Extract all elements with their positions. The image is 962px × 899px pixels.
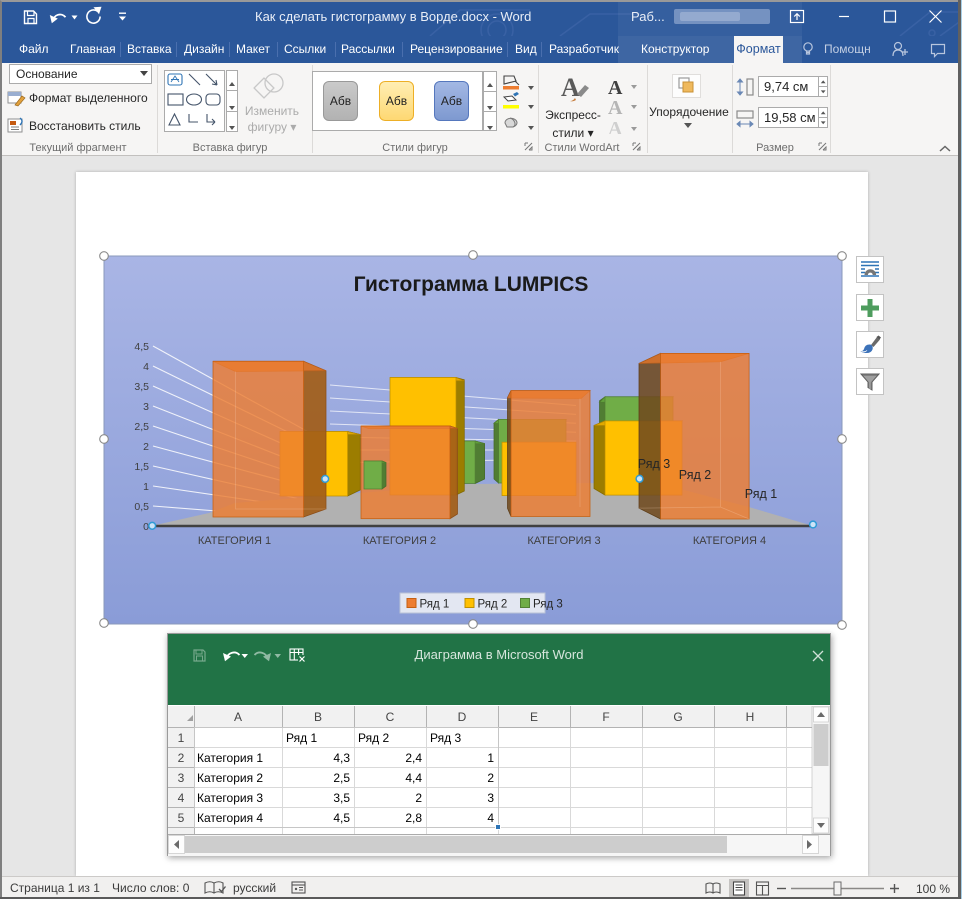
svg-text:А: А xyxy=(608,77,623,99)
svg-text:3: 3 xyxy=(487,791,494,805)
svg-text:Диаграмма в Microsoft Word: Диаграмма в Microsoft Word xyxy=(415,647,584,662)
svg-text:2,5: 2,5 xyxy=(134,421,149,433)
svg-text:КАТЕГОРИЯ 2: КАТЕГОРИЯ 2 xyxy=(363,535,436,547)
svg-text:Ряд 3: Ряд 3 xyxy=(430,731,461,745)
svg-text:F: F xyxy=(602,710,609,724)
svg-text:A: A xyxy=(234,710,242,724)
svg-text:4: 4 xyxy=(487,811,494,825)
svg-text:Категория 1: Категория 1 xyxy=(197,751,263,765)
svg-text:КАТЕГОРИЯ 1: КАТЕГОРИЯ 1 xyxy=(198,535,271,547)
svg-text:Категория 2: Категория 2 xyxy=(197,771,263,785)
svg-text:2,4: 2,4 xyxy=(405,751,422,765)
svg-text:5: 5 xyxy=(178,811,185,825)
svg-text:Категория 3: Категория 3 xyxy=(197,791,263,805)
svg-text:2: 2 xyxy=(178,751,185,765)
svg-text:КАТЕГОРИЯ 4: КАТЕГОРИЯ 4 xyxy=(693,535,766,547)
svg-text:А: А xyxy=(561,73,580,102)
svg-text:100 %: 100 % xyxy=(916,882,950,896)
svg-text:2: 2 xyxy=(143,441,149,453)
svg-text:C: C xyxy=(386,710,395,724)
svg-text:Ряд 2: Ряд 2 xyxy=(679,468,711,482)
svg-text:3: 3 xyxy=(178,771,185,785)
svg-text:0,5: 0,5 xyxy=(134,501,149,513)
svg-text:3,5: 3,5 xyxy=(333,791,350,805)
svg-text:Гистограмма LUMPICS: Гистограмма LUMPICS xyxy=(354,273,589,296)
svg-text:4: 4 xyxy=(178,791,185,805)
svg-text:1: 1 xyxy=(143,481,149,493)
svg-text:2: 2 xyxy=(487,771,494,785)
svg-text:3,5: 3,5 xyxy=(134,381,149,393)
svg-text:Ряд 1: Ряд 1 xyxy=(286,731,317,745)
svg-text:КАТЕГОРИЯ 3: КАТЕГОРИЯ 3 xyxy=(527,535,600,547)
svg-text:B: B xyxy=(314,710,322,724)
svg-text:D: D xyxy=(458,710,467,724)
svg-text:3: 3 xyxy=(143,401,149,413)
svg-text:Ряд 1: Ряд 1 xyxy=(420,599,450,611)
svg-text:1: 1 xyxy=(487,751,494,765)
svg-text:4,5: 4,5 xyxy=(333,811,350,825)
svg-text:E: E xyxy=(530,710,538,724)
svg-text:2,8: 2,8 xyxy=(405,811,422,825)
svg-text:Ряд 3: Ряд 3 xyxy=(533,599,563,611)
svg-text:H: H xyxy=(746,710,755,724)
svg-text:G: G xyxy=(673,710,682,724)
svg-text:4,4: 4,4 xyxy=(405,771,422,785)
svg-text:4: 4 xyxy=(143,361,149,373)
svg-text:1,5: 1,5 xyxy=(134,461,149,473)
svg-text:2: 2 xyxy=(415,791,422,805)
svg-text:А: А xyxy=(608,118,623,134)
svg-text:Ряд 2: Ряд 2 xyxy=(358,731,389,745)
svg-text:Категория 4: Категория 4 xyxy=(197,811,263,825)
svg-text:4,5: 4,5 xyxy=(134,341,149,353)
svg-text:4,3: 4,3 xyxy=(333,751,350,765)
svg-text:Ряд 2: Ряд 2 xyxy=(478,599,508,611)
svg-text:Ряд 1: Ряд 1 xyxy=(745,487,777,501)
svg-text:1: 1 xyxy=(178,731,185,745)
svg-text:2,5: 2,5 xyxy=(333,771,350,785)
svg-text:Ряд 3: Ряд 3 xyxy=(638,457,670,471)
svg-text:А: А xyxy=(608,97,623,119)
